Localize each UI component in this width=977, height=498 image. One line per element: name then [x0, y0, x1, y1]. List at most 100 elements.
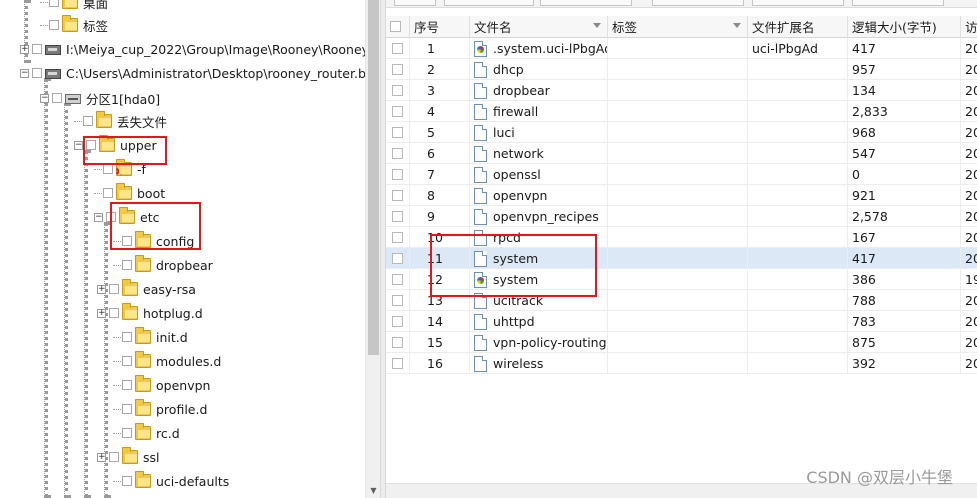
tree-node[interactable]: + I:\Meiya_cup_2022\Group\Image\Rooney\Ro…: [20, 39, 369, 59]
tree-node[interactable]: 桌面: [40, 0, 108, 12]
collapse-icon[interactable]: −: [20, 68, 29, 78]
tree-node[interactable]: + hotplug.d: [97, 303, 203, 323]
table-row[interactable]: 8 openvpn 921 202: [386, 185, 977, 206]
tree-node[interactable]: profile.d: [113, 399, 207, 419]
header-select-all[interactable]: [386, 16, 410, 38]
header-access-time[interactable]: 访: [961, 16, 977, 38]
table-row[interactable]: 6 network 547 202: [386, 143, 977, 164]
tree-node[interactable]: rc.d: [113, 423, 180, 443]
toolbar-button[interactable]: [852, 0, 944, 6]
table-row[interactable]: 7 openssl 0 202: [386, 164, 977, 185]
row-checkbox-cell[interactable]: [386, 311, 410, 332]
row-checkbox[interactable]: [392, 337, 403, 348]
toolbar-button[interactable]: [652, 0, 744, 6]
select-all-checkbox[interactable]: [390, 21, 401, 32]
table-row[interactable]: 4 firewall 2,833 202: [386, 101, 977, 122]
tree-node-checkbox[interactable]: [32, 68, 42, 78]
row-checkbox-cell[interactable]: [386, 353, 410, 374]
toolbar-button[interactable]: [394, 0, 436, 6]
tree-node-checkbox[interactable]: [109, 452, 119, 462]
row-checkbox-cell[interactable]: [386, 101, 410, 122]
tree-node-checkbox[interactable]: [103, 188, 113, 198]
row-checkbox[interactable]: [392, 43, 403, 54]
tree-node[interactable]: + ssl: [97, 447, 160, 467]
tree-node[interactable]: − C:\Users\Administrator\Desktop\rooney_r…: [20, 63, 366, 83]
row-checkbox[interactable]: [392, 190, 403, 201]
tree-node-checkbox[interactable]: [52, 93, 62, 103]
toolbar-button[interactable]: [752, 0, 844, 6]
row-checkbox[interactable]: [392, 148, 403, 159]
tree-node[interactable]: openvpn: [113, 375, 210, 395]
toolbar-button[interactable]: [540, 0, 632, 6]
tree-node-checkbox[interactable]: [122, 428, 132, 438]
row-checkbox[interactable]: [392, 64, 403, 75]
row-checkbox[interactable]: [392, 169, 403, 180]
row-checkbox[interactable]: [392, 106, 403, 117]
row-checkbox[interactable]: [392, 358, 403, 369]
collapse-icon[interactable]: −: [40, 93, 49, 103]
row-checkbox[interactable]: [392, 211, 403, 222]
tree-node-checkbox[interactable]: [49, 0, 59, 7]
tree-node[interactable]: + easy-rsa: [97, 279, 196, 299]
collapse-icon[interactable]: −: [94, 212, 103, 222]
row-checkbox-cell[interactable]: [386, 332, 410, 353]
header-logical-size[interactable]: 逻辑大小(字节): [848, 16, 961, 38]
table-row[interactable]: 1 .system.uci-lPbgAd uci-lPbgAd 417 202: [386, 38, 977, 59]
collapse-icon[interactable]: −: [74, 140, 83, 150]
table-row[interactable]: 16 wireless 392 202: [386, 353, 977, 374]
row-checkbox[interactable]: [392, 295, 403, 306]
row-checkbox-cell[interactable]: [386, 269, 410, 290]
expand-icon[interactable]: +: [97, 284, 106, 294]
tree-vertical-scrollbar[interactable]: ▼: [365, 0, 380, 498]
table-row[interactable]: 2 dhcp 957 202: [386, 59, 977, 80]
row-checkbox-cell[interactable]: [386, 143, 410, 164]
header-index[interactable]: 序号: [410, 16, 470, 38]
scroll-down-arrow[interactable]: ▼: [368, 485, 379, 496]
header-filename[interactable]: 文件名: [470, 16, 608, 38]
tree-node[interactable]: boot: [94, 183, 165, 203]
row-checkbox-cell[interactable]: [386, 290, 410, 311]
tree-node-checkbox[interactable]: [109, 284, 119, 294]
expand-icon[interactable]: +: [97, 308, 106, 318]
row-checkbox-cell[interactable]: [386, 206, 410, 227]
row-checkbox-cell[interactable]: [386, 59, 410, 80]
toolbar-button[interactable]: [444, 0, 534, 6]
tree-node-checkbox[interactable]: [122, 260, 132, 270]
row-checkbox-cell[interactable]: [386, 185, 410, 206]
row-checkbox-cell[interactable]: [386, 80, 410, 101]
row-checkbox-cell[interactable]: [386, 248, 410, 269]
tree-node-checkbox[interactable]: [83, 116, 93, 126]
header-tag[interactable]: 标签: [608, 16, 748, 38]
tree-node-checkbox[interactable]: [103, 164, 113, 174]
row-checkbox[interactable]: [392, 253, 403, 264]
row-checkbox-cell[interactable]: [386, 122, 410, 143]
expand-icon[interactable]: +: [97, 452, 106, 462]
tree-node-checkbox[interactable]: [122, 332, 132, 342]
tree-node-checkbox[interactable]: [122, 404, 132, 414]
tree-node[interactable]: init.d: [113, 327, 188, 347]
header-extension[interactable]: 文件扩展名: [748, 16, 848, 38]
tree-node-checkbox[interactable]: [49, 20, 59, 30]
tree-node[interactable]: 标签: [40, 15, 108, 35]
row-checkbox[interactable]: [392, 274, 403, 285]
tree-node-checkbox[interactable]: [122, 380, 132, 390]
tree-node[interactable]: modules.d: [113, 351, 221, 371]
scrollbar-thumb[interactable]: [368, 0, 379, 355]
row-checkbox[interactable]: [392, 85, 403, 96]
tree-node[interactable]: uci-defaults: [113, 471, 229, 491]
tree-node[interactable]: − 分区1[hda0]: [40, 88, 160, 108]
table-row[interactable]: 15 vpn-policy-routing 875 202: [386, 332, 977, 353]
tree-node-checkbox[interactable]: [122, 356, 132, 366]
row-checkbox[interactable]: [392, 232, 403, 243]
tree-node[interactable]: 丢失文件: [74, 111, 167, 131]
tree-node-checkbox[interactable]: [109, 308, 119, 318]
row-checkbox[interactable]: [392, 316, 403, 327]
row-checkbox-cell[interactable]: [386, 38, 410, 59]
table-row[interactable]: 3 dropbear 134 202: [386, 80, 977, 101]
tree-node-checkbox[interactable]: [122, 476, 132, 486]
row-checkbox-cell[interactable]: [386, 227, 410, 248]
table-row[interactable]: 9 openvpn_recipes 2,578 202: [386, 206, 977, 227]
row-checkbox[interactable]: [392, 127, 403, 138]
expand-icon[interactable]: +: [20, 44, 29, 54]
row-checkbox-cell[interactable]: [386, 164, 410, 185]
